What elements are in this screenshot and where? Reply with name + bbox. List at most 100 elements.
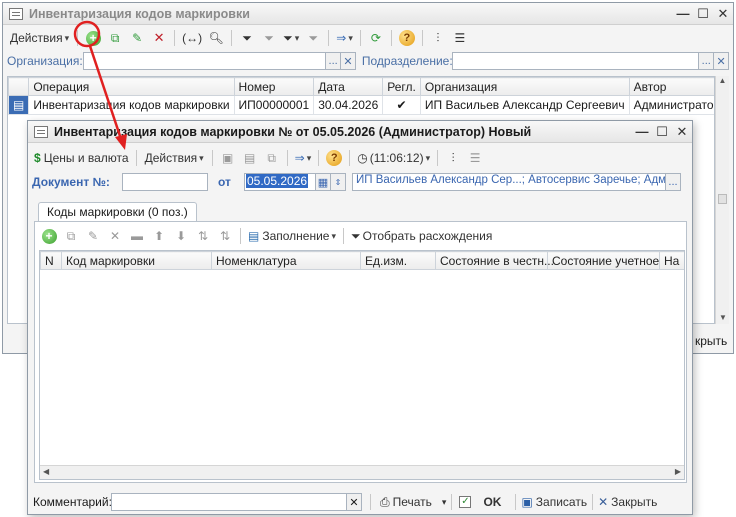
doc-date-input[interactable]: 05.05.2026 [244,173,316,191]
comment-input[interactable] [111,493,347,511]
column-state-honest[interactable]: Состояние в честн... [435,251,554,270]
copy-row-icon[interactable]: ⧉ [61,226,81,246]
org-filter-input[interactable] [82,52,327,70]
ok-button[interactable]: ✓ OK [457,492,503,512]
document-title: Инвентаризация кодов маркировки № от 05.… [54,124,532,139]
add-button[interactable]: + [83,28,103,48]
time-label: (11:06:12) [369,151,424,165]
structure-icon[interactable]: ⫶ [428,28,448,48]
column-date[interactable]: Дата [313,77,384,96]
close-button[interactable]: ✕ Закрыть [596,492,659,512]
list-settings-icon[interactable]: ☰ [450,28,470,48]
column-number[interactable]: Номер [233,77,315,96]
scroll-down-icon[interactable]: ▼ [716,313,730,322]
doc-org-field[interactable]: ИП Васильев Александр Сер...; Автосервис… [352,173,666,191]
structure-icon[interactable]: ⫶ [443,148,463,168]
delete-row-icon[interactable]: ✕ [105,226,125,246]
dept-filter-clear-button[interactable]: ✕ [713,52,730,70]
help-button[interactable]: ? [324,148,344,168]
sort-desc-icon[interactable]: ⇅ [215,226,235,246]
column-code[interactable]: Код маркировки [61,251,212,270]
close-button[interactable]: ✕ [672,124,692,140]
close-button[interactable]: ✕ [713,6,733,22]
move-up-icon[interactable]: ⬆ [149,226,169,246]
prices-currency-button[interactable]: $ Цены и валюта [32,148,131,168]
dept-filter-input[interactable] [451,52,700,70]
actions-menu-button[interactable]: Действия [142,148,207,168]
add-row-button[interactable]: + [39,226,59,246]
codes-table-area: N Код маркировки Номенклатура Ед.изм. Со… [39,250,685,480]
column-regl[interactable]: Регл. [382,77,421,96]
list-settings-icon[interactable]: ☰ [465,148,485,168]
column-unit[interactable]: Ед.изм. [360,251,436,270]
document-window: Инвентаризация кодов маркировки № от 05.… [27,120,693,515]
org-filter-label: Организация: [7,54,83,68]
maximize-button[interactable]: ☐ [652,124,672,140]
doc-number-label: Документ №: [32,175,110,189]
dept-filter-select-button[interactable]: ... [698,52,715,70]
prices-currency-label: Цены и валюта [43,151,129,165]
scroll-up-icon[interactable]: ▲ [716,76,729,85]
column-organization[interactable]: Организация [419,77,630,96]
org-filter-clear-button[interactable]: ✕ [340,52,356,70]
document-footer: Комментарий: ✕ ⎙ Печать ▾ ✓ OK ▣ Записат… [28,491,692,513]
check-icon: ✓ [459,496,472,508]
unpost-icon[interactable]: ▤ [240,148,260,168]
filter-by-value-icon[interactable]: ⏷ [259,28,279,48]
comment-clear-button[interactable]: ✕ [346,493,362,511]
maximize-button[interactable]: ☐ [693,6,713,22]
based-on-icon[interactable]: ⇒ [334,28,355,48]
end-edit-icon[interactable]: ▬ [127,226,147,246]
sort-asc-icon[interactable]: ⇅ [193,226,213,246]
time-button[interactable]: ◷ (11:06:12) [355,148,432,168]
calendar-icon[interactable]: ▦ [315,173,331,191]
filter-history-icon[interactable]: ⏷ [281,28,301,48]
scroll-right-icon[interactable]: ▶ [675,467,681,476]
fill-menu-button[interactable]: ▤ Заполнение [246,226,338,246]
move-down-icon[interactable]: ⬇ [171,226,191,246]
chevron-down-icon: ▾ [441,496,447,507]
print-button[interactable]: ⎙ Печать ▾ [378,492,448,512]
refresh-icon[interactable]: ⟳ [366,28,386,48]
document-toolbar: $ Цены и валюта Действия ▣ ▤ ⧉ ⇒ ? ◷ (11… [28,146,692,170]
column-n[interactable]: N [40,251,62,270]
interval-icon[interactable]: (↔) [180,28,204,48]
date-spinner[interactable]: ⇕ [330,173,346,191]
column-state-accounting[interactable]: Состояние учетное [547,251,660,270]
based-on-icon[interactable]: ⇒ [293,148,314,168]
close-label: Закрыть [611,495,658,509]
filter-icon: ⏷ [351,228,361,243]
journal-titlebar: Инвентаризация кодов маркировки — ☐ ✕ [3,3,733,25]
table-row[interactable]: ▤ Инвентаризация кодов маркировки ИП0000… [8,95,714,115]
delete-icon[interactable]: ✕ [149,28,169,48]
filter-icon[interactable]: ⏷ [237,28,257,48]
org-filter-select-button[interactable]: ... [325,52,342,70]
tab-codes[interactable]: Коды маркировки (0 поз.) [38,202,197,222]
column-nomenclature[interactable]: Номенклатура [211,251,361,270]
clear-filter-icon[interactable]: ⏷ [303,28,323,48]
column-author[interactable]: Автор [628,77,714,96]
column-na[interactable]: На [659,251,684,270]
actions-menu-button[interactable]: Действия [7,28,72,48]
minimize-button[interactable]: — [673,6,693,22]
select-differences-label: Отобрать расхождения [362,229,493,243]
save-button[interactable]: ▣ Записать [519,492,589,512]
column-operation[interactable]: Операция [28,77,235,96]
scroll-left-icon[interactable]: ◀ [43,467,49,476]
codes-horizontal-scrollbar[interactable]: ◀ ▶ [40,465,684,479]
journal-close-label[interactable]: крыть [695,334,727,348]
select-differences-button[interactable]: ⏷ Отобрать расхождения [349,226,494,246]
column-icon [8,77,30,96]
doc-org-select-button[interactable]: ... [665,173,681,191]
post-icon[interactable]: ▣ [218,148,238,168]
minimize-button[interactable]: — [632,124,652,140]
edit-row-icon[interactable]: ✎ [83,226,103,246]
help-button[interactable]: ? [397,28,417,48]
copy-icon[interactable]: ⧉ [105,28,125,48]
scroll-thumb[interactable] [718,194,727,204]
search-icon[interactable]: 🔍︎ [206,28,226,48]
journal-vertical-scrollbar[interactable]: ▲ ▼ [715,76,729,324]
copy-document-icon[interactable]: ⧉ [262,148,282,168]
edit-icon[interactable]: ✎ [127,28,147,48]
doc-number-input[interactable] [122,173,208,191]
